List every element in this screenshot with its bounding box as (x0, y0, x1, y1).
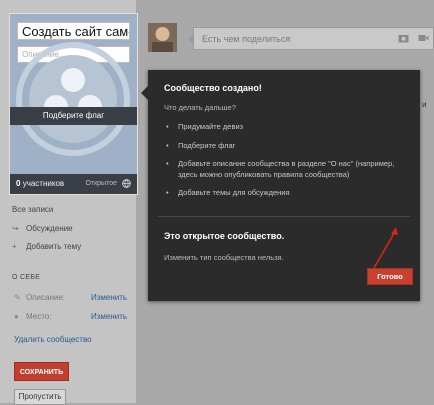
dialog-subtitle: Что делать дальше? (164, 103, 236, 112)
nav-all-posts[interactable]: Все записи (12, 205, 53, 214)
next-steps-list: Придумайте девиз Подберите флаг Добавьте… (164, 122, 409, 207)
location-pin-icon: ● (14, 312, 19, 321)
nav-add-topic[interactable]: + Добавить тему (12, 242, 81, 251)
dialog-title: Сообщество создано! (164, 83, 262, 93)
annotation-arrow-icon (373, 227, 398, 269)
community-stats-bar: 0 участников Открытое (10, 174, 137, 194)
community-title-input[interactable]: Создать сайт самс (17, 22, 130, 40)
visibility-label: Открытое (85, 180, 117, 187)
next-step-item: Подберите флаг (164, 141, 409, 152)
members-count: 0 участников (16, 179, 65, 188)
nav-discussion[interactable]: ↪ Обсуждение (12, 224, 73, 233)
edit-description-link[interactable]: Изменить (91, 293, 127, 302)
plus-icon: + (12, 242, 17, 251)
avatar (148, 23, 177, 52)
globe-icon (122, 179, 131, 188)
choose-flag-button[interactable]: Подберите флаг (10, 107, 137, 125)
community-sidebar: Создать сайт самс Описание... Подберите … (0, 0, 138, 405)
done-button[interactable]: Готово (367, 268, 413, 285)
next-step-item: Добавьте описание сообщества в разделе "… (164, 159, 409, 180)
open-community-title: Это открытое сообщество. (164, 231, 285, 241)
about-description-row: ✎ Описание: Изменить (14, 293, 128, 302)
about-location-row: ● Место: Изменить (14, 312, 128, 321)
save-button[interactable]: СОХРАНИТЬ (14, 362, 69, 381)
edit-location-link[interactable]: Изменить (91, 312, 127, 321)
camera-icon[interactable] (398, 33, 409, 43)
open-community-note: Изменить тип сообщества нельзя. (164, 253, 284, 262)
communities-logo-icon (16, 42, 131, 157)
delete-community-link[interactable]: Удалить сообщество (14, 335, 92, 344)
dialog-divider (158, 216, 410, 217)
community-cover: Создать сайт самс Описание... Подберите … (9, 13, 138, 195)
arrow-right-icon: ↪ (12, 224, 19, 233)
share-input[interactable]: Есть чем поделиться (188, 27, 434, 50)
share-placeholder: Есть чем поделиться (202, 34, 291, 44)
about-section-title: О СЕБЕ (12, 274, 41, 281)
next-step-item: Придумайте девиз (164, 122, 409, 133)
pencil-icon: ✎ (14, 293, 21, 302)
next-step-item: Добавьте темы для обсуждения (164, 188, 409, 199)
background-text-fragment: и (422, 100, 427, 109)
video-icon[interactable] (418, 33, 429, 43)
